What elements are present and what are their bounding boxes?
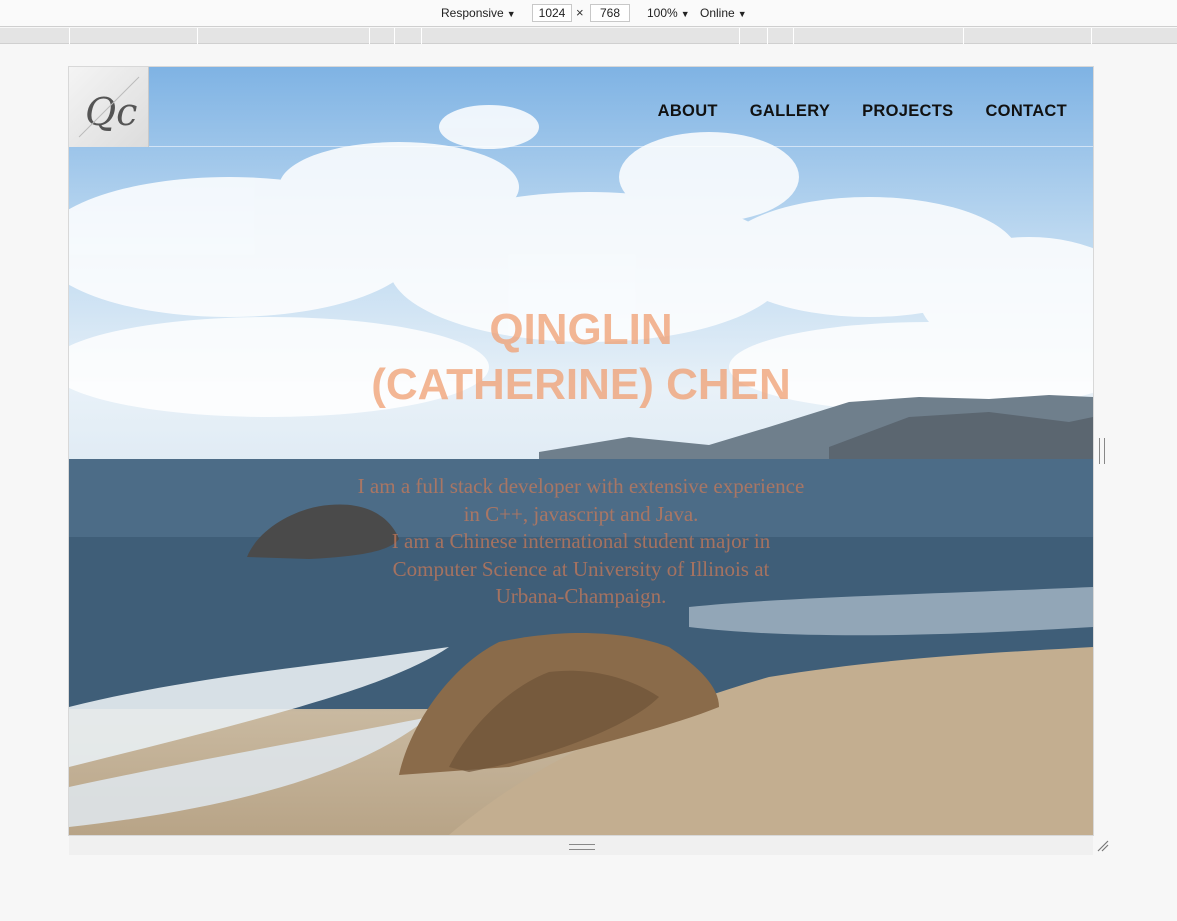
ruler-tick	[421, 28, 422, 44]
hero-title-line: QINGLIN	[489, 305, 673, 354]
ruler-tick	[767, 28, 768, 44]
ruler-tick	[793, 28, 794, 44]
hero-desc-line: in C++, javascript and Java.	[463, 501, 699, 526]
ruler-tick	[69, 28, 70, 44]
hero-desc-line: Computer Science at University of Illino…	[392, 556, 770, 581]
ruler-tick	[739, 28, 740, 44]
network-throttle-select[interactable]: Online ▼	[700, 5, 747, 22]
ruler-tick	[963, 28, 964, 44]
zoom-select[interactable]: 100% ▼	[647, 5, 690, 22]
chevron-down-icon: ▼	[737, 9, 747, 19]
times-icon: ×	[576, 5, 584, 20]
emulated-viewport: Qc ABOUT GALLERY PROJECTS CONTACT QINGLI…	[69, 67, 1093, 835]
nav-contact[interactable]: CONTACT	[985, 102, 1067, 121]
height-input[interactable]	[590, 4, 630, 22]
device-select[interactable]: Responsive ▼	[441, 5, 516, 22]
media-query-ruler[interactable]	[0, 28, 1177, 44]
site-logo[interactable]: Qc	[69, 67, 149, 147]
hero-desc-line: I am a Chinese international student maj…	[391, 529, 771, 553]
ruler-tick	[1091, 28, 1092, 44]
hero-description: I am a full stack developer with extensi…	[321, 473, 841, 611]
nav-about[interactable]: ABOUT	[658, 102, 718, 121]
ruler-tick	[369, 28, 370, 44]
device-label: Responsive	[441, 6, 504, 20]
ruler-tick	[197, 28, 198, 44]
resize-handle-right[interactable]	[1099, 438, 1105, 464]
logo-monogram-icon: Qc	[78, 76, 140, 138]
viewport-bottom-bar	[69, 836, 1093, 855]
ruler-tick	[394, 28, 395, 44]
hero-desc-line: Urbana-Champaign.	[495, 584, 667, 608]
hero-section: Qc ABOUT GALLERY PROJECTS CONTACT QINGLI…	[69, 67, 1093, 835]
resize-handle-bottom[interactable]	[569, 844, 595, 850]
hero-title: QINGLIN (CATHERINE) CHEN	[69, 302, 1093, 412]
chevron-down-icon: ▼	[680, 9, 690, 19]
beach-photo	[69, 105, 1093, 835]
network-label: Online	[700, 6, 735, 20]
chevron-down-icon: ▼	[506, 9, 516, 19]
width-input[interactable]	[532, 4, 572, 22]
main-nav: ABOUT GALLERY PROJECTS CONTACT	[658, 102, 1067, 121]
nav-projects[interactable]: PROJECTS	[862, 102, 953, 121]
devtools-device-toolbar: Responsive▼ × 100%▼ Online▼	[0, 0, 1177, 27]
resize-corner-icon[interactable]	[1096, 839, 1110, 853]
hero-desc-line: I am a full stack developer with extensi…	[357, 474, 805, 498]
zoom-label: 100%	[647, 6, 678, 20]
nav-gallery[interactable]: GALLERY	[750, 102, 830, 121]
hero-title-line: (CATHERINE) CHEN	[371, 360, 791, 409]
svg-text:Qc: Qc	[85, 90, 137, 134]
site-header: Qc ABOUT GALLERY PROJECTS CONTACT	[69, 67, 1093, 147]
